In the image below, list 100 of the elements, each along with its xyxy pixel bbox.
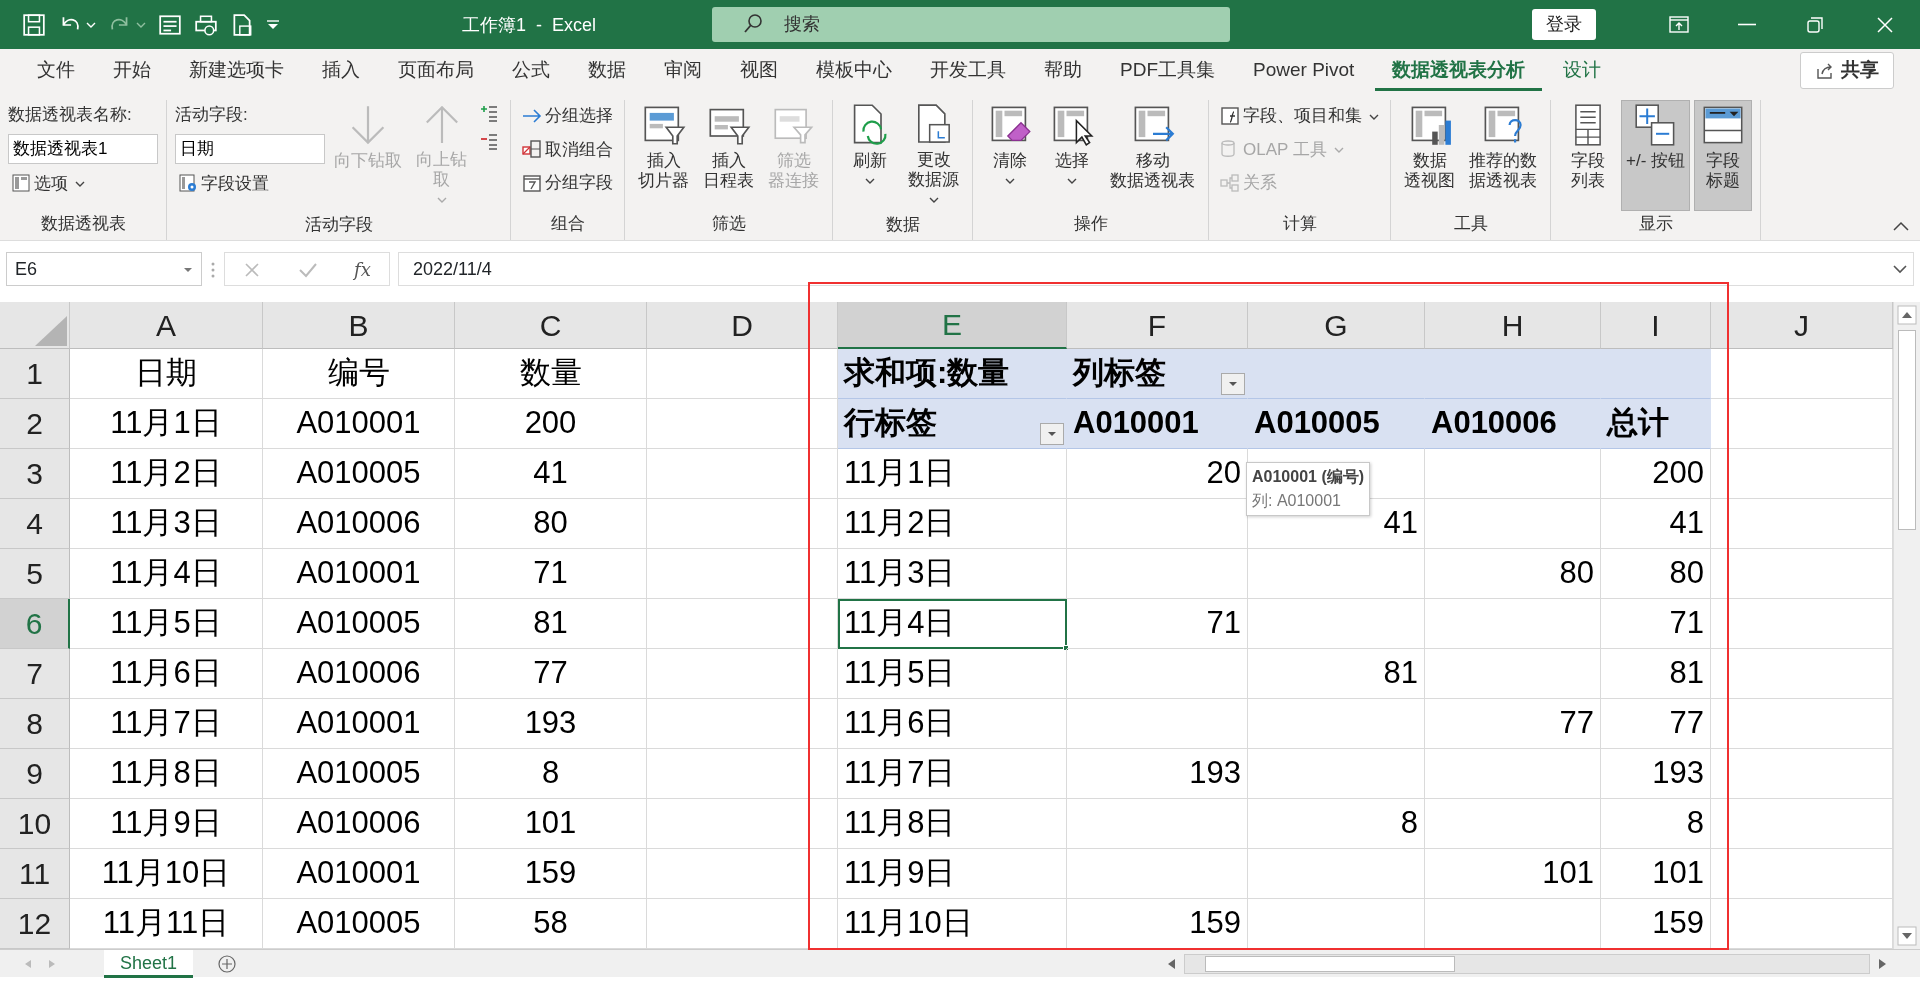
- ribbon-tab[interactable]: 页面布局: [381, 49, 491, 92]
- sheet-cell[interactable]: [647, 599, 838, 649]
- ribbon-button[interactable]: 字段 标题: [1694, 100, 1753, 211]
- formula-field[interactable]: 2022/11/4: [398, 252, 1914, 286]
- row-header[interactable]: 11: [0, 849, 70, 899]
- row-header[interactable]: 7: [0, 649, 70, 699]
- sheet-cell[interactable]: 80: [455, 499, 647, 549]
- ribbon-tab[interactable]: 插入: [305, 49, 377, 92]
- sheet-cell[interactable]: 101: [1601, 849, 1711, 899]
- row-header[interactable]: 5: [0, 549, 70, 599]
- sheet-cell[interactable]: [647, 699, 838, 749]
- sheet-cell[interactable]: A010005: [263, 749, 455, 799]
- sheet-cell[interactable]: 11月9日: [70, 799, 263, 849]
- sheet-cell[interactable]: 200: [455, 399, 647, 449]
- column-header[interactable]: A: [70, 302, 263, 349]
- sheet-cell[interactable]: 11月10日: [70, 849, 263, 899]
- sheet-cell[interactable]: 81: [1601, 649, 1711, 699]
- sheet-cell[interactable]: [647, 449, 838, 499]
- row-header[interactable]: 1: [0, 349, 70, 399]
- row-header[interactable]: 4: [0, 499, 70, 549]
- ribbon-button[interactable]: 字段 列表: [1559, 100, 1617, 211]
- sheet-cell[interactable]: [1425, 499, 1601, 549]
- sheet-cell[interactable]: 77: [1601, 699, 1711, 749]
- sheet-cell[interactable]: 11月6日: [70, 649, 263, 699]
- sheet-cell[interactable]: [647, 799, 838, 849]
- sheet-cell[interactable]: 11月10日: [838, 899, 1067, 949]
- filter-dropdown-button[interactable]: [1040, 423, 1064, 445]
- ribbon-button[interactable]: +/- 按钮: [1621, 100, 1691, 211]
- sheet-cell[interactable]: [647, 549, 838, 599]
- sheet-cell[interactable]: 80: [1425, 549, 1601, 599]
- sheet-cell[interactable]: A010005: [263, 449, 455, 499]
- sheet-cell[interactable]: 11月2日: [838, 499, 1067, 549]
- sheet-cell[interactable]: [1067, 799, 1248, 849]
- sheet-cell[interactable]: 11月1日: [838, 449, 1067, 499]
- sheet-cell[interactable]: [647, 499, 838, 549]
- sheet-cell[interactable]: 159: [455, 849, 647, 899]
- sheet-cell[interactable]: 159: [1601, 899, 1711, 949]
- sheet-cell[interactable]: 41: [1601, 499, 1711, 549]
- input-field[interactable]: 数据透视表1: [8, 133, 158, 164]
- sheet-cell[interactable]: 日期: [70, 349, 263, 399]
- sheet-cell[interactable]: 71: [1601, 599, 1711, 649]
- sheet-cell[interactable]: A010001: [263, 549, 455, 599]
- sheet-cell[interactable]: 11月5日: [70, 599, 263, 649]
- row-header[interactable]: 10: [0, 799, 70, 849]
- pivot-header-cell[interactable]: 总计: [1601, 399, 1711, 449]
- sheet-cell[interactable]: 71: [455, 549, 647, 599]
- ribbon-tab[interactable]: 模板中心: [799, 49, 909, 92]
- ribbon-tab[interactable]: 审阅: [647, 49, 719, 92]
- sheet-cell[interactable]: 11月8日: [838, 799, 1067, 849]
- sheet-cell[interactable]: [1067, 549, 1248, 599]
- filter-dropdown-button[interactable]: [1221, 373, 1245, 395]
- ribbon-button[interactable]: 字段、项目和集: [1217, 102, 1382, 130]
- ribbon-button[interactable]: 插入 切片器: [633, 100, 694, 211]
- sheet-cell[interactable]: [1425, 799, 1601, 849]
- ribbon-tab[interactable]: 视图: [723, 49, 795, 92]
- sheet-cell[interactable]: 11月8日: [70, 749, 263, 799]
- sheet-cell[interactable]: A010005: [263, 599, 455, 649]
- sheet-cell[interactable]: 11月1日: [70, 399, 263, 449]
- sheet-cell[interactable]: [1425, 649, 1601, 699]
- sheet-cell[interactable]: [1425, 449, 1601, 499]
- row-header[interactable]: 6: [0, 599, 70, 649]
- ribbon-tab[interactable]: 设计: [1546, 49, 1619, 92]
- sheet-cell[interactable]: 200: [1601, 449, 1711, 499]
- sheet-cell[interactable]: 101: [455, 799, 647, 849]
- ribbon-button[interactable]: 数据 透视图: [1399, 100, 1460, 211]
- vertical-scrollbar[interactable]: [1893, 302, 1920, 949]
- ribbon-button[interactable]: 分组字段: [519, 169, 616, 197]
- scroll-thumb[interactable]: [1898, 330, 1916, 530]
- ribbon-button[interactable]: 选择: [1043, 100, 1101, 211]
- sheet-cell[interactable]: 11月7日: [838, 749, 1067, 799]
- sheet-cell[interactable]: 11月2日: [70, 449, 263, 499]
- sheet-cell[interactable]: [1248, 849, 1425, 899]
- sheet-cell[interactable]: A010001: [263, 399, 455, 449]
- sheet-cell[interactable]: [1248, 699, 1425, 749]
- insert-function-button[interactable]: fx: [353, 255, 371, 283]
- ribbon-tab[interactable]: 新建选项卡: [172, 49, 301, 92]
- sheet-cell[interactable]: 77: [455, 649, 647, 699]
- active-cell[interactable]: 11月4日: [838, 599, 1067, 649]
- sheet-cell[interactable]: [1248, 549, 1425, 599]
- ribbon-tab[interactable]: 文件: [20, 49, 92, 92]
- sheet-cell[interactable]: 101: [1425, 849, 1601, 899]
- sheet-cell[interactable]: A010006: [263, 649, 455, 699]
- ribbon-tab[interactable]: 开发工具: [913, 49, 1023, 92]
- sheet-cell[interactable]: [647, 849, 838, 899]
- input-field[interactable]: 日期: [175, 133, 325, 164]
- sheet-cell[interactable]: [1248, 599, 1425, 649]
- sheet-cell[interactable]: 193: [1601, 749, 1711, 799]
- sheet-cell[interactable]: 41: [455, 449, 647, 499]
- column-header[interactable]: C: [455, 302, 647, 349]
- ribbon-button[interactable]: 选项: [8, 169, 158, 197]
- ribbon-button[interactable]: 推荐的数 据透视表: [1464, 100, 1542, 211]
- sheet-cell[interactable]: 11月9日: [838, 849, 1067, 899]
- sheet-cell[interactable]: 77: [1425, 699, 1601, 749]
- sheet-cell[interactable]: 8: [1248, 799, 1425, 849]
- sheet-cell[interactable]: 11月3日: [838, 549, 1067, 599]
- sheet-cell[interactable]: [647, 649, 838, 699]
- row-header[interactable]: 2: [0, 399, 70, 449]
- pivot-header-cell[interactable]: A010006: [1425, 399, 1601, 449]
- column-header[interactable]: E: [838, 302, 1067, 349]
- ribbon-button[interactable]: 更改 数据源: [903, 100, 964, 212]
